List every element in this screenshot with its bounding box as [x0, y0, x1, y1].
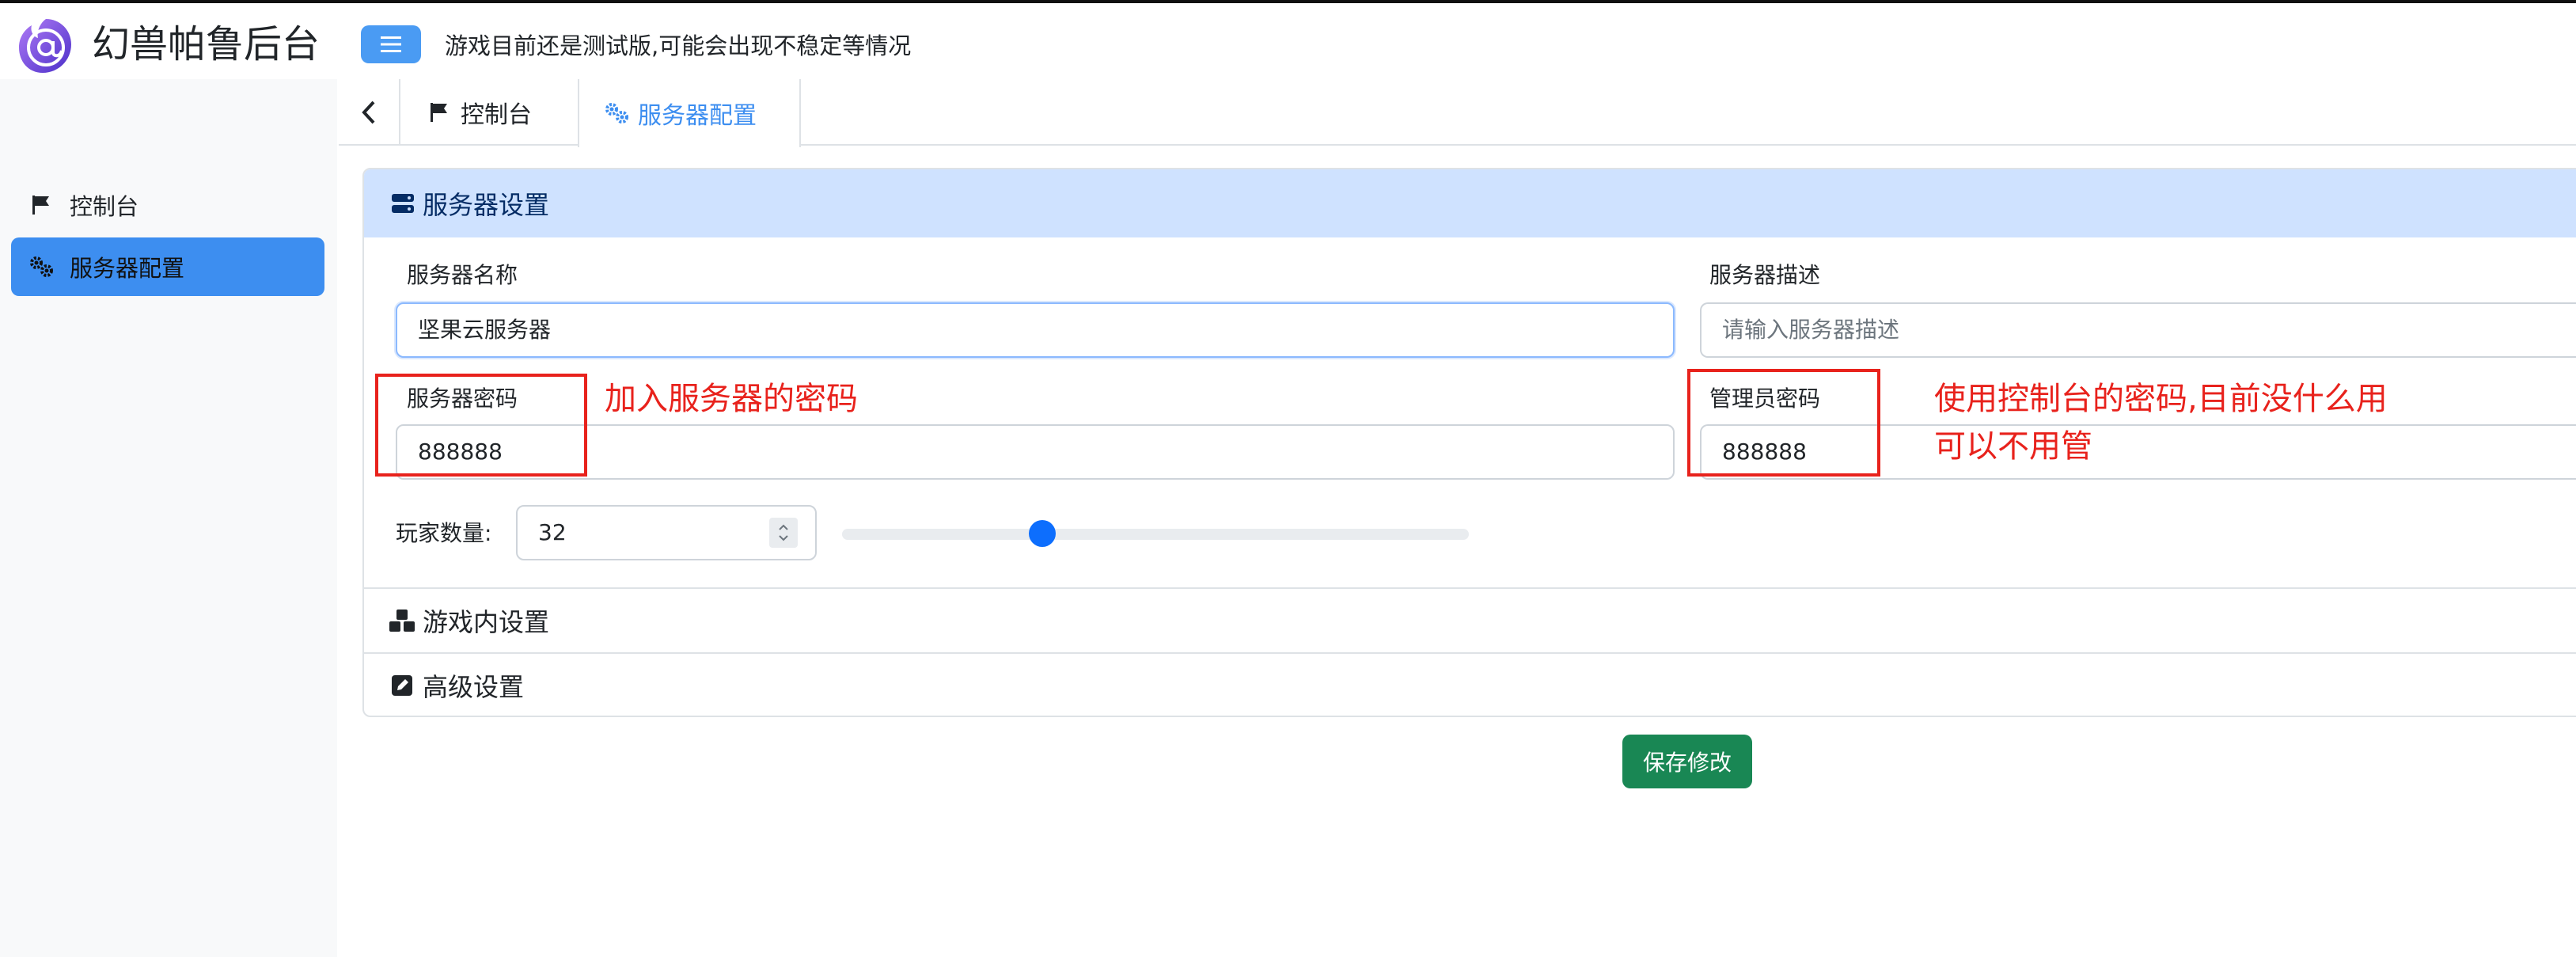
top-bar: 幻兽帕鲁后台 游戏目前还是测试版,可能会出现不稳定等情况 — [0, 0, 2576, 79]
tab-bar: 控制台 服务器配置 — [339, 79, 2576, 147]
server-desc-input[interactable]: 请输入服务器描述 — [1700, 302, 2576, 358]
cubes-icon — [388, 606, 416, 635]
annotation-admin-password-line2: 可以不用管 — [1934, 428, 2092, 465]
sidebar: 控制台 服务器配置 — [0, 79, 337, 957]
annotation-box-server-password — [375, 374, 587, 477]
sidebar-item-label: 服务器配置 — [70, 255, 185, 282]
beta-notice: 游戏目前还是测试版,可能会出现不稳定等情况 — [445, 32, 912, 59]
tab-label: 控制台 — [461, 101, 532, 129]
section-label: 高级设置 — [423, 672, 525, 702]
server-name-input[interactable]: 坚果云服务器 — [396, 302, 1675, 358]
player-count-value: 32 — [538, 519, 567, 545]
sidebar-item-label: 控制台 — [70, 193, 139, 220]
flag-icon — [25, 189, 57, 221]
section-game-settings[interactable]: 游戏内设置 — [362, 587, 2576, 652]
annotation-server-password: 加入服务器的密码 — [605, 381, 858, 417]
back-button[interactable] — [339, 79, 400, 146]
panel-title: 服务器设置 — [423, 190, 550, 220]
tab-label: 服务器配置 — [638, 102, 757, 130]
sidebar-item-console[interactable]: 控制台 — [11, 176, 324, 234]
tab-console[interactable]: 控制台 — [426, 79, 532, 146]
annotation-box-admin-password — [1687, 369, 1880, 477]
gears-icon — [603, 100, 630, 127]
server-password-input[interactable]: 888888 — [396, 424, 1675, 480]
chevron-left-icon — [362, 101, 375, 124]
spinner-icon[interactable] — [769, 518, 798, 548]
server-icon — [389, 190, 416, 217]
menu-toggle-button[interactable] — [361, 25, 421, 63]
panel-header[interactable]: 服务器设置 — [364, 169, 2576, 237]
hamburger-icon — [381, 36, 401, 52]
save-button[interactable]: 保存修改 — [1622, 735, 1752, 788]
section-advanced-settings[interactable]: 高级设置 — [362, 652, 2576, 717]
sidebar-item-server-config[interactable]: 服务器配置 — [11, 237, 324, 296]
tab-server-config[interactable]: 服务器配置 — [578, 79, 801, 147]
player-count-slider[interactable] — [842, 529, 1469, 540]
player-count-input[interactable]: 32 — [516, 505, 817, 560]
player-count-label: 玩家数量: — [396, 520, 492, 546]
app-logo-icon — [14, 14, 78, 78]
edit-icon — [388, 671, 416, 700]
app-title: 幻兽帕鲁后台 — [92, 22, 321, 66]
section-label: 游戏内设置 — [423, 607, 550, 637]
server-desc-label: 服务器描述 — [1709, 262, 1821, 288]
gears-icon — [25, 251, 57, 283]
flag-icon — [426, 99, 453, 126]
server-name-label: 服务器名称 — [407, 262, 518, 288]
annotation-admin-password-line1: 使用控制台的密码,目前没什么用 — [1934, 381, 2388, 417]
